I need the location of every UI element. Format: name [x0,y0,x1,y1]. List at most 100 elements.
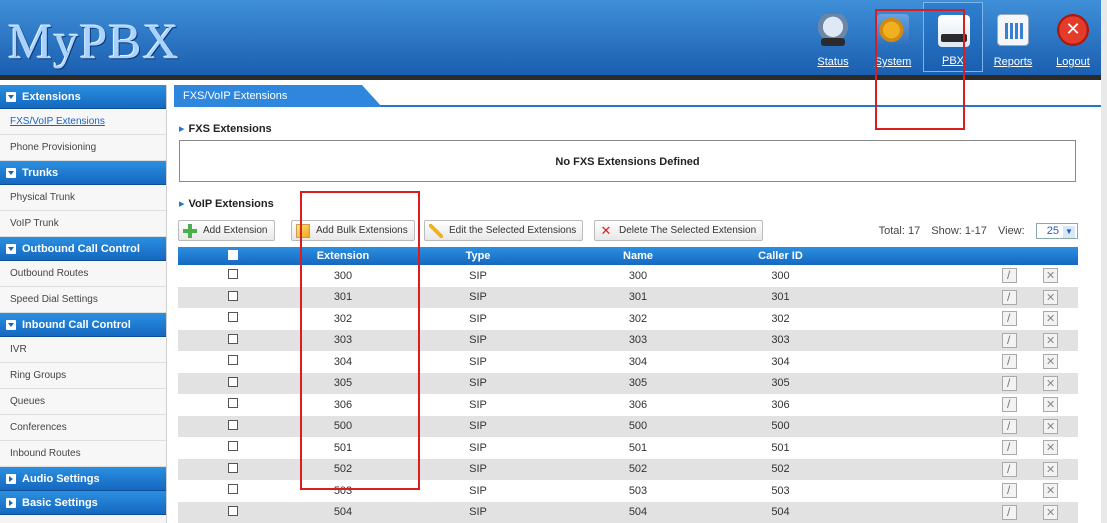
edit-icon[interactable] [1002,397,1017,413]
cell-type: SIP [469,269,487,282]
delete-icon[interactable] [1043,332,1058,348]
reports-icon [997,14,1029,46]
row-select-cell [178,505,288,519]
row-checkbox[interactable] [228,441,238,452]
row-checkbox[interactable] [228,419,238,430]
row-checkbox[interactable] [228,333,238,344]
row-select-cell [178,333,288,347]
row-checkbox[interactable] [228,355,238,366]
row-select-cell [178,398,288,411]
view-label: View: [997,225,1025,237]
page-scrollbar[interactable] [1101,0,1107,523]
view-count-select[interactable]: 25 ▼ [1035,223,1078,239]
select-all-cell [178,249,288,263]
edit-icon[interactable] [1002,440,1017,456]
sidebar-section-extensions[interactable]: Extensions [0,85,166,109]
sidebar-item-voip-trunk[interactable]: VoIP Trunk [0,211,166,237]
edit-icon[interactable] [1002,332,1017,348]
sidebar-item-ring-groups[interactable]: Ring Groups [0,363,166,389]
sidebar-section-inbound-call-control[interactable]: Inbound Call Control [0,313,166,337]
row-edit-cell [843,483,1023,499]
row-checkbox[interactable] [228,398,238,409]
edit-icon[interactable] [1002,311,1017,327]
delete-icon[interactable] [1043,354,1058,370]
row-checkbox[interactable] [228,269,238,280]
sidebar-item-phone-provisioning[interactable]: Phone Provisioning [0,135,166,161]
nav-status[interactable]: Status [803,2,863,72]
sidebar-section-label: Trunks [22,167,59,179]
delete-icon[interactable] [1043,397,1058,413]
row-checkbox[interactable] [228,290,238,301]
sidebar-item-speed-dial-settings[interactable]: Speed Dial Settings [0,287,166,313]
delete-icon[interactable] [1043,461,1058,477]
edit-icon[interactable] [1002,289,1017,305]
edit-selected-extensions-button[interactable]: Edit the Selected Extensions [424,220,584,241]
cell-type: SIP [469,355,487,368]
sidebar-item-outbound-routes[interactable]: Outbound Routes [0,261,166,287]
edit-icon[interactable] [1002,354,1017,370]
select-all-checkbox[interactable] [228,249,238,260]
cell-caller-id: 503 [771,484,790,497]
delete-icon[interactable] [1043,440,1058,456]
edit-icon[interactable] [1002,483,1017,499]
cell-name: 500 [628,420,648,433]
delete-icon[interactable] [1043,268,1058,284]
column-header-caller-id[interactable]: Caller ID [718,250,843,262]
row-checkbox[interactable] [228,505,238,516]
sidebar-item-queues[interactable]: Queues [0,389,166,415]
sidebar-item-inbound-routes[interactable]: Inbound Routes [0,441,166,467]
row-checkbox[interactable] [228,484,238,495]
column-header-name[interactable]: Name [558,250,718,262]
cell-extension: 504 [333,506,353,519]
delete-icon[interactable] [1043,375,1058,391]
nav-logout[interactable]: Logout [1043,2,1103,72]
cell-name: 502 [628,463,648,476]
cell-type: SIP [469,377,487,390]
delete-icon[interactable] [1043,289,1058,305]
delete-icon[interactable] [1043,483,1058,499]
delete-selected-extension-button[interactable]: ✕ Delete The Selected Extension [594,220,764,241]
row-delete-cell [1023,268,1078,284]
edit-icon[interactable] [1002,461,1017,477]
cell-name: 303 [628,334,648,347]
delete-icon[interactable] [1043,311,1058,327]
sidebar-section-label: Outbound Call Control [22,243,140,255]
nav-reports[interactable]: Reports [983,2,1043,72]
row-edit-cell [843,332,1023,348]
sidebar-item-fxs-voip-extensions[interactable]: FXS/VoIP Extensions [0,109,166,135]
cell-caller-id: 304 [771,355,790,368]
collapse-icon [6,320,16,330]
cell-name: 301 [628,291,648,304]
sidebar-section-outbound-call-control[interactable]: Outbound Call Control [0,237,166,261]
sidebar-section-trunks[interactable]: Trunks [0,161,166,185]
edit-icon[interactable] [1002,375,1017,391]
cell-type: SIP [469,420,487,433]
cell-caller-id: 306 [771,398,790,411]
cell-name: 302 [628,312,648,325]
edit-icon[interactable] [1002,268,1017,284]
sidebar-item-physical-trunk[interactable]: Physical Trunk [0,185,166,211]
cell-caller-id: 501 [771,441,790,454]
delete-icon[interactable] [1043,504,1058,520]
add-extension-label: Add Extension [203,225,268,236]
sidebar-section-audio-settings[interactable]: Audio Settings [0,467,166,491]
sidebar-item-conferences[interactable]: Conferences [0,415,166,441]
sidebar-section-basic-settings[interactable]: Basic Settings [0,491,166,515]
total-count: Total: 17 [878,225,921,237]
tab-fxs-voip-extensions[interactable]: FXS/VoIP Extensions [174,85,382,107]
voip-section-title: VoIP Extensions [179,197,274,210]
add-extension-button[interactable]: Add Extension [178,220,275,241]
row-checkbox[interactable] [228,312,238,323]
row-delete-cell [1023,332,1078,348]
delete-icon: ✕ [600,223,612,238]
column-header-type[interactable]: Type [398,250,558,262]
sidebar-item-ivr[interactable]: IVR [0,337,166,363]
row-checkbox[interactable] [228,376,238,387]
row-select-cell [178,441,288,454]
sidebar-section-label: Basic Settings [22,497,98,509]
edit-icon[interactable] [1002,504,1017,520]
edit-icon[interactable] [1002,418,1017,434]
row-checkbox[interactable] [228,462,238,473]
delete-icon[interactable] [1043,418,1058,434]
row-select-cell [178,462,288,476]
